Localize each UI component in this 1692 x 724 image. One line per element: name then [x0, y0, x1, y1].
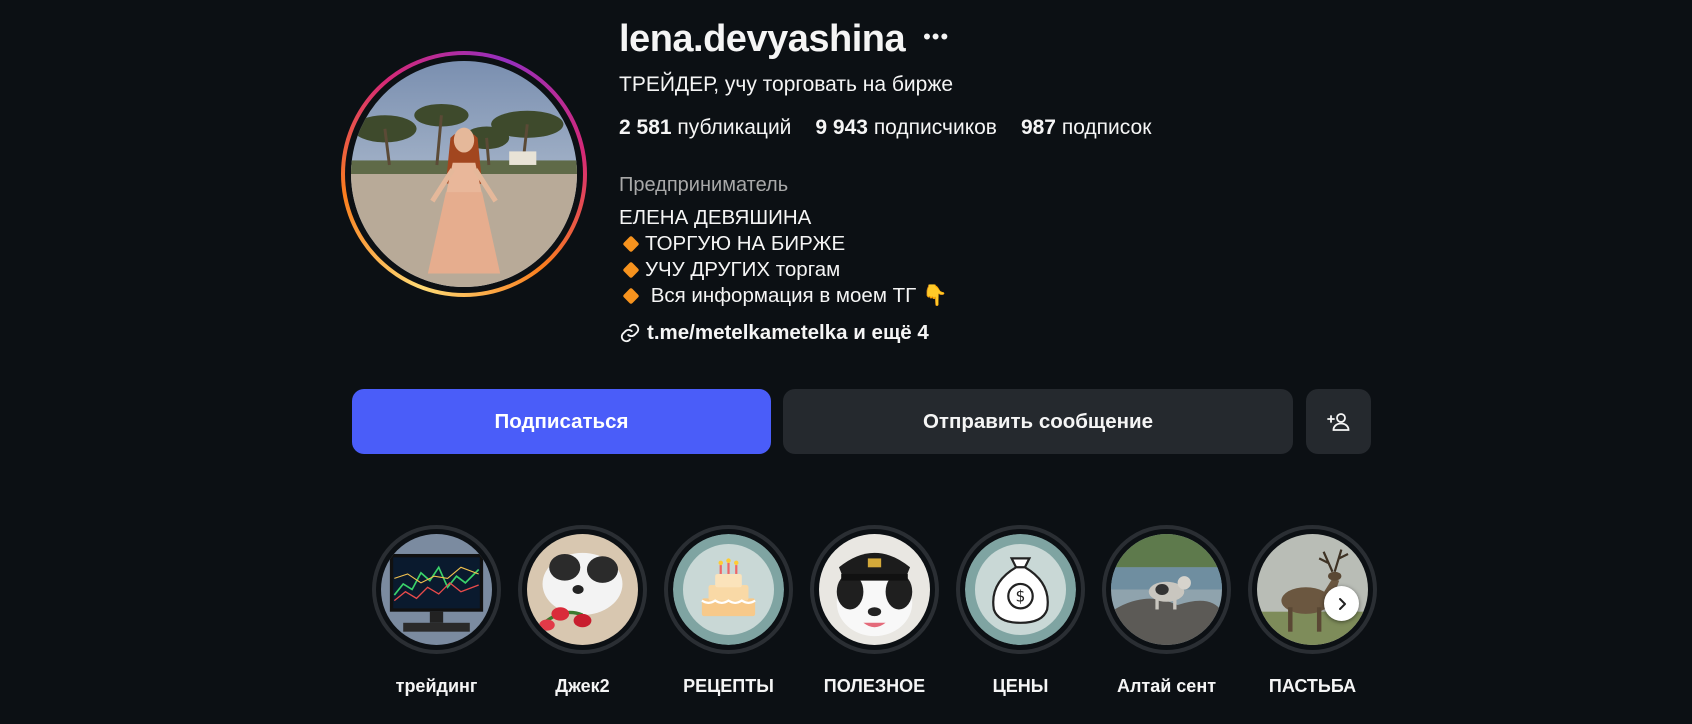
bio-line-1-text: ТОРГУЮ НА БИРЖЕ — [645, 232, 846, 255]
orange-diamond-icon — [622, 287, 640, 305]
trading-monitor-icon — [381, 534, 492, 645]
chevron-right-icon — [1338, 597, 1346, 610]
bio-line-3-text: Вся информация в моем ТГ — [645, 284, 922, 307]
dog-on-rock-icon — [1111, 534, 1222, 645]
profile-page: lena.devyashina ••• ТРЕЙДЕР, учу торгова… — [0, 0, 1692, 724]
cake-icon — [673, 534, 784, 645]
stat-following[interactable]: 987 подписок — [1021, 116, 1151, 140]
send-message-button[interactable]: Отправить сообщение — [783, 389, 1293, 454]
bio-line-1: ТОРГУЮ НА БИРЖЕ — [619, 231, 947, 257]
profile-subtitle: ТРЕЙДЕР, учу торговать на бирже — [619, 73, 954, 96]
highlight-label: Джек2 — [555, 676, 610, 696]
link-icon — [620, 323, 640, 343]
svg-text:$: $ — [1016, 588, 1026, 606]
bio-line-2: УЧУ ДРУГИХ торгам — [619, 257, 947, 283]
bio-line-2-text: УЧУ ДРУГИХ торгам — [645, 258, 841, 281]
highlight-label: ПАСТЬБА — [1268, 676, 1357, 696]
highlight-label: РЕЦЕПТЫ — [683, 676, 774, 696]
suggest-users-button[interactable] — [1306, 389, 1371, 454]
highlight-item[interactable]: ПОЛЕЗНОЕ — [810, 525, 939, 697]
bio-line-3: Вся информация в моем ТГ 👇 — [619, 283, 947, 309]
stat-posts-label: публикаций — [677, 116, 792, 139]
profile-bio: ЕЛЕНА ДЕВЯШИНА ТОРГУЮ НА БИРЖЕ УЧУ ДРУГИ… — [619, 205, 947, 309]
highlight-label: Алтай сент — [1116, 676, 1217, 696]
stat-posts-value: 2 581 — [619, 116, 672, 139]
stat-posts[interactable]: 2 581 публикаций — [619, 116, 791, 140]
profile-category: Предприниматель — [619, 174, 789, 196]
orange-diamond-icon — [622, 261, 640, 279]
pointing-down-icon: 👇 — [921, 284, 948, 307]
money-bag-icon: $ — [965, 534, 1076, 645]
highlight-label: трейдинг — [395, 676, 478, 696]
stat-followers-value: 9 943 — [815, 116, 868, 139]
bio-name-line: ЕЛЕНА ДЕВЯШИНА — [619, 206, 812, 229]
dog-with-flowers-icon — [527, 534, 638, 645]
profile-link-text: t.me/metelkametelka и ещё 4 — [647, 321, 929, 344]
person-plus-icon — [1326, 412, 1349, 431]
stat-following-label: подписок — [1061, 116, 1152, 139]
profile-avatar[interactable] — [341, 51, 587, 297]
highlight-label: ЦЕНЫ — [992, 676, 1049, 696]
story-highlights: трейдинг Джек2 РЕЦЕПТЫ ПОЛЕЗНОЕ $ ЦЕНЫ А… — [372, 525, 1377, 697]
more-options-icon[interactable]: ••• — [923, 24, 949, 50]
highlight-item[interactable]: Алтай сент — [1102, 525, 1231, 697]
orange-diamond-icon — [622, 235, 640, 253]
highlight-label: ПОЛЕЗНОЕ — [823, 676, 926, 696]
follow-button[interactable]: Подписаться — [352, 389, 771, 454]
stat-followers[interactable]: 9 943 подписчиков — [815, 116, 997, 140]
profile-stats: 2 581 публикаций 9 943 подписчиков 987 п… — [619, 116, 1151, 140]
stat-followers-label: подписчиков — [873, 116, 997, 139]
avatar-photo — [351, 61, 577, 287]
dog-in-cap-icon — [819, 534, 930, 645]
highlights-next-button[interactable] — [1324, 586, 1359, 621]
stat-following-value: 987 — [1020, 116, 1056, 139]
username-row: lena.devyashina ••• — [619, 18, 949, 61]
highlight-item[interactable]: РЕЦЕПТЫ — [664, 525, 793, 697]
highlight-item[interactable]: $ ЦЕНЫ — [956, 525, 1085, 697]
highlight-item[interactable]: ПАСТЬБА — [1248, 525, 1377, 697]
profile-link[interactable]: t.me/metelkametelka и ещё 4 — [619, 321, 929, 345]
highlight-item[interactable]: трейдинг — [372, 525, 501, 697]
highlight-item[interactable]: Джек2 — [518, 525, 647, 697]
username: lena.devyashina — [619, 18, 906, 60]
